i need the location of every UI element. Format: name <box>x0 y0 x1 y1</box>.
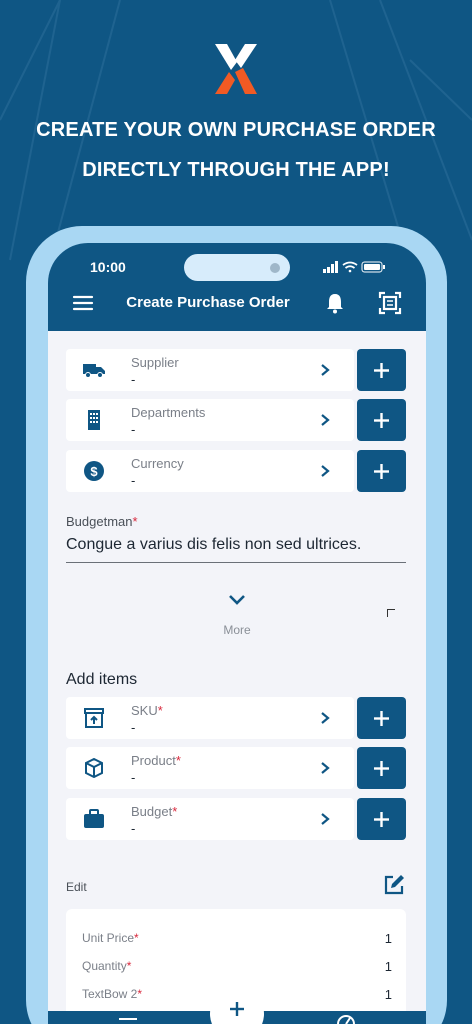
summary-value: 1 <box>384 931 392 946</box>
add-sku-button[interactable] <box>357 697 406 739</box>
edit-icon[interactable] <box>383 874 405 896</box>
budget-value: - <box>131 821 136 836</box>
currency-field[interactable]: $ Currency - <box>66 450 354 492</box>
form-content: Supplier - Departments - $ Currency - Bu… <box>48 331 426 1024</box>
building-icon <box>88 410 100 430</box>
chevron-right-icon <box>321 712 330 724</box>
departments-value: - <box>131 422 136 437</box>
status-time: 10:00 <box>90 259 126 275</box>
more-button[interactable]: More <box>48 623 426 637</box>
chevron-right-icon <box>321 414 330 426</box>
dollar-icon: $ <box>84 461 104 481</box>
resize-corner-icon <box>387 609 395 617</box>
summary-row: Unit Price* 1 <box>82 931 392 946</box>
plus-icon <box>374 363 389 378</box>
chevron-right-icon <box>321 364 330 376</box>
required-mark: * <box>175 753 181 768</box>
chevron-down-icon[interactable] <box>228 594 246 606</box>
supplier-field[interactable]: Supplier - <box>66 349 354 391</box>
plus-icon <box>374 761 389 776</box>
add-budget-button[interactable] <box>357 798 406 840</box>
scan-icon[interactable] <box>378 291 402 315</box>
budgetman-underline <box>66 562 406 563</box>
required-mark: * <box>126 959 132 973</box>
svg-text:$: $ <box>90 464 98 479</box>
plus-icon <box>374 413 389 428</box>
page-title-text: Create Purchase Order <box>126 294 290 311</box>
required-mark: * <box>157 703 163 718</box>
signal-icon <box>323 261 338 273</box>
add-items-title: Add items <box>66 671 138 688</box>
camera-dot <box>270 263 280 273</box>
budget-field[interactable]: Budget* - <box>66 798 354 840</box>
headline-line-1: CREATE YOUR OWN PURCHASE ORDER <box>36 119 436 141</box>
sku-label: SKU* <box>131 703 163 718</box>
plus-icon <box>374 711 389 726</box>
summary-label: TextBow 2 <box>82 987 138 1001</box>
briefcase-icon <box>84 809 104 828</box>
product-value: - <box>131 770 136 785</box>
sku-value: - <box>131 720 136 735</box>
summary-label: Quantity <box>82 959 127 973</box>
chevron-right-icon <box>321 465 330 477</box>
budgetman-label: Budgetman* <box>66 514 138 529</box>
product-label: Product* <box>131 753 181 768</box>
required-mark: * <box>137 987 143 1001</box>
archive-icon <box>84 708 104 728</box>
summary-value: 1 <box>384 959 392 974</box>
product-label-text: Product <box>131 753 176 768</box>
bell-icon[interactable] <box>324 292 346 314</box>
supplier-value: - <box>131 372 136 387</box>
product-field[interactable]: Product* - <box>66 747 354 789</box>
departments-label: Departments <box>131 405 206 420</box>
budget-label-text: Budget <box>131 804 173 819</box>
plus-icon <box>374 812 389 827</box>
menu-icon[interactable] <box>118 1016 138 1022</box>
plus-icon <box>374 464 389 479</box>
edit-label: Edit <box>66 880 87 894</box>
budgetman-input[interactable]: Congue a varius dis felis non sed ultric… <box>66 536 408 554</box>
truck-icon <box>83 364 105 378</box>
currency-value: - <box>131 473 136 488</box>
add-product-button[interactable] <box>357 747 406 789</box>
summary-label: Unit Price <box>82 931 135 945</box>
required-mark: * <box>132 514 138 529</box>
chevron-right-icon <box>321 762 330 774</box>
chevron-right-icon <box>321 813 330 825</box>
supplier-label: Supplier <box>131 355 179 370</box>
plus-icon <box>230 1002 244 1016</box>
headline-line-2: DIRECTLY THROUGH THE APP! <box>82 159 390 181</box>
required-mark: * <box>172 804 178 819</box>
phone-screen: 10:00 Create Purchase Order Supplier - D… <box>48 243 426 1024</box>
add-supplier-button[interactable] <box>357 349 406 391</box>
sku-label-text: SKU <box>131 703 158 718</box>
x-logo-icon <box>215 44 257 94</box>
currency-label: Currency <box>131 456 184 471</box>
cube-icon <box>85 758 103 778</box>
departments-field[interactable]: Departments - <box>66 399 354 441</box>
wifi-icon <box>342 261 358 273</box>
budget-label: Budget* <box>131 804 177 819</box>
required-mark: * <box>134 931 139 945</box>
page-title: Create Purchase Order <box>48 294 368 311</box>
summary-value: 1 <box>384 987 392 1002</box>
gauge-icon[interactable] <box>336 1014 356 1024</box>
budgetman-label-text: Budgetman <box>66 514 133 529</box>
add-department-button[interactable] <box>357 399 406 441</box>
add-currency-button[interactable] <box>357 450 406 492</box>
summary-row: Quantity* 1 <box>82 959 392 974</box>
status-icons <box>323 261 385 273</box>
battery-icon <box>361 261 385 273</box>
sku-field[interactable]: SKU* - <box>66 697 354 739</box>
